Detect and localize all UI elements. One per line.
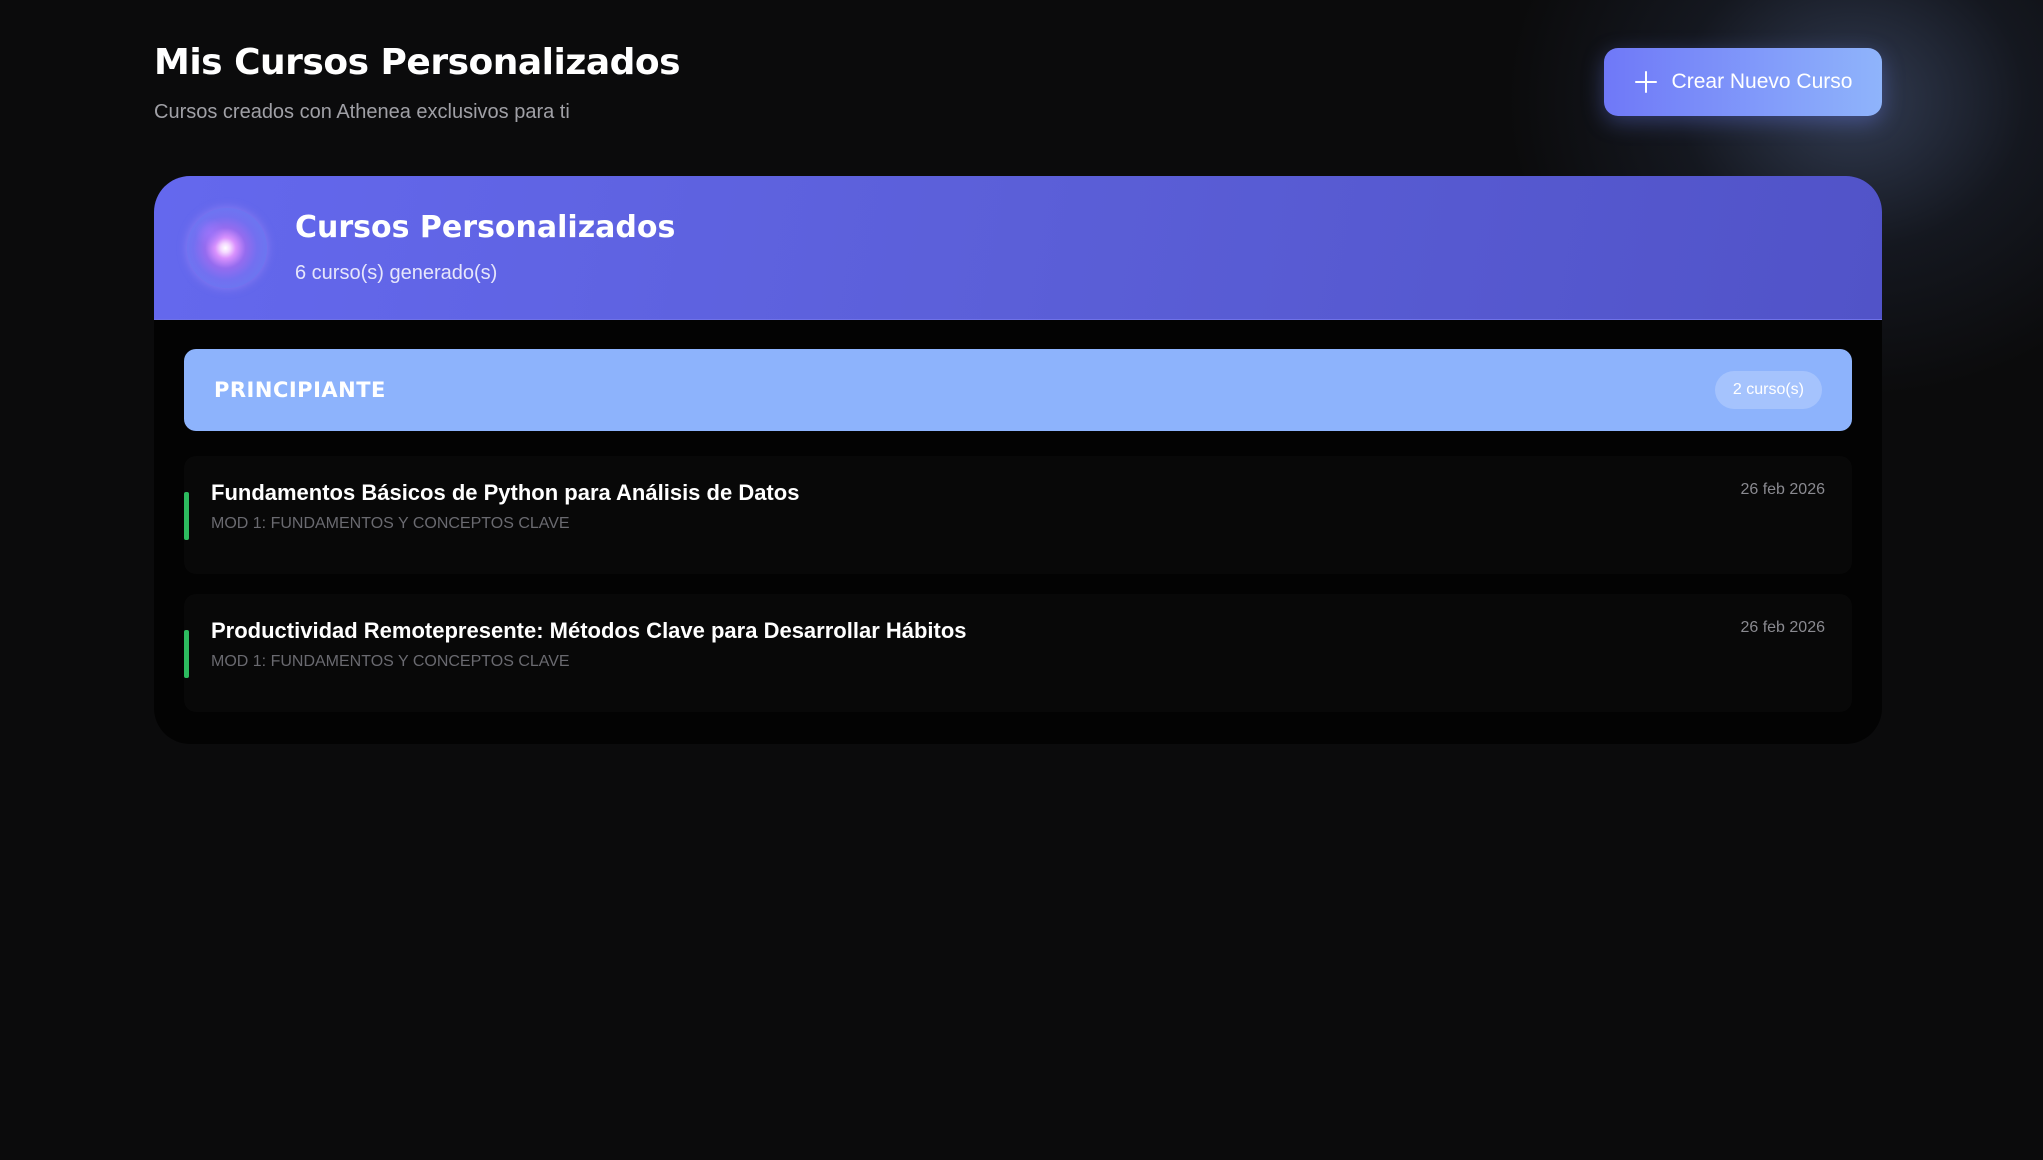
page-subtitle: Cursos creados con Athenea exclusivos pa… bbox=[154, 101, 570, 123]
courses-card-header: Cursos Personalizados 6 curso(s) generad… bbox=[154, 176, 1882, 320]
orb-icon bbox=[187, 208, 267, 288]
create-course-button[interactable]: Crear Nuevo Curso bbox=[1604, 48, 1882, 116]
level-label: PRINCIPIANTE bbox=[214, 378, 386, 402]
page: Mis Cursos Personalizados Cursos creados… bbox=[0, 0, 2043, 1160]
page-header: Mis Cursos Personalizados Cursos creados… bbox=[154, 38, 681, 124]
level-count-badge: 2 curso(s) bbox=[1714, 371, 1822, 409]
course-item[interactable]: Productividad Remotepresente: Métodos Cl… bbox=[184, 594, 1852, 712]
course-date: 26 feb 2026 bbox=[1740, 481, 1825, 498]
course-accent-bar bbox=[184, 492, 189, 540]
level-group-principiante[interactable]: PRINCIPIANTE 2 curso(s) bbox=[184, 349, 1852, 431]
page-title: Mis Cursos Personalizados bbox=[154, 42, 681, 83]
course-module: MOD 1: FUNDAMENTOS Y CONCEPTOS CLAVE bbox=[211, 515, 570, 532]
create-course-button-label: Crear Nuevo Curso bbox=[1671, 70, 1853, 93]
plus-icon bbox=[1634, 70, 1658, 94]
course-item[interactable]: Fundamentos Básicos de Python para Análi… bbox=[184, 456, 1852, 574]
course-title: Productividad Remotepresente: Métodos Cl… bbox=[211, 618, 967, 643]
course-module: MOD 1: FUNDAMENTOS Y CONCEPTOS CLAVE bbox=[211, 653, 570, 670]
course-accent-bar bbox=[184, 630, 189, 678]
course-title: Fundamentos Básicos de Python para Análi… bbox=[211, 480, 800, 505]
courses-card-title: Cursos Personalizados bbox=[295, 210, 676, 245]
courses-card: Cursos Personalizados 6 curso(s) generad… bbox=[154, 176, 1882, 744]
course-date: 26 feb 2026 bbox=[1740, 619, 1825, 636]
courses-count: 6 curso(s) generado(s) bbox=[295, 262, 498, 284]
